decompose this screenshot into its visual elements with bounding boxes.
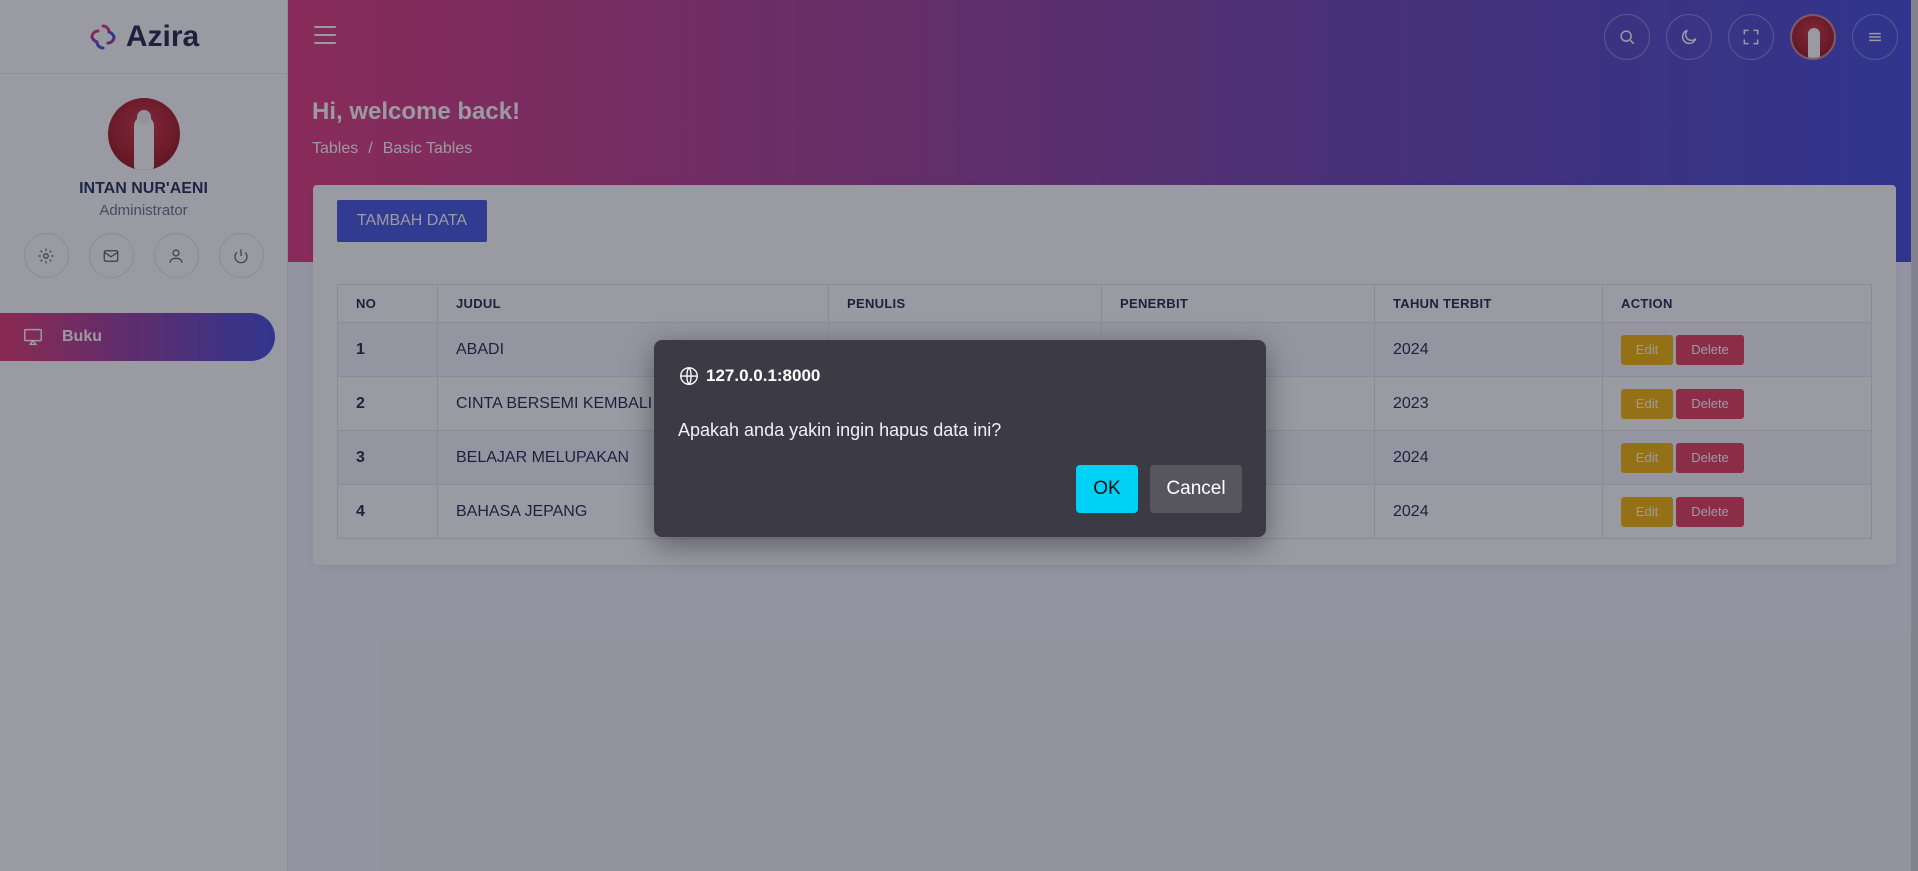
dialog-message: Apakah anda yakin ingin hapus data ini?: [678, 420, 1002, 440]
confirm-dialog: 127.0.0.1:8000 Apakah anda yakin ingin h…: [654, 340, 1266, 537]
dialog-origin: 127.0.0.1:8000: [678, 365, 820, 387]
ok-button[interactable]: OK: [1076, 465, 1138, 513]
globe-icon: [680, 367, 698, 385]
dialog-origin-text: 127.0.0.1:8000: [706, 366, 821, 385]
cancel-button[interactable]: Cancel: [1150, 465, 1242, 513]
